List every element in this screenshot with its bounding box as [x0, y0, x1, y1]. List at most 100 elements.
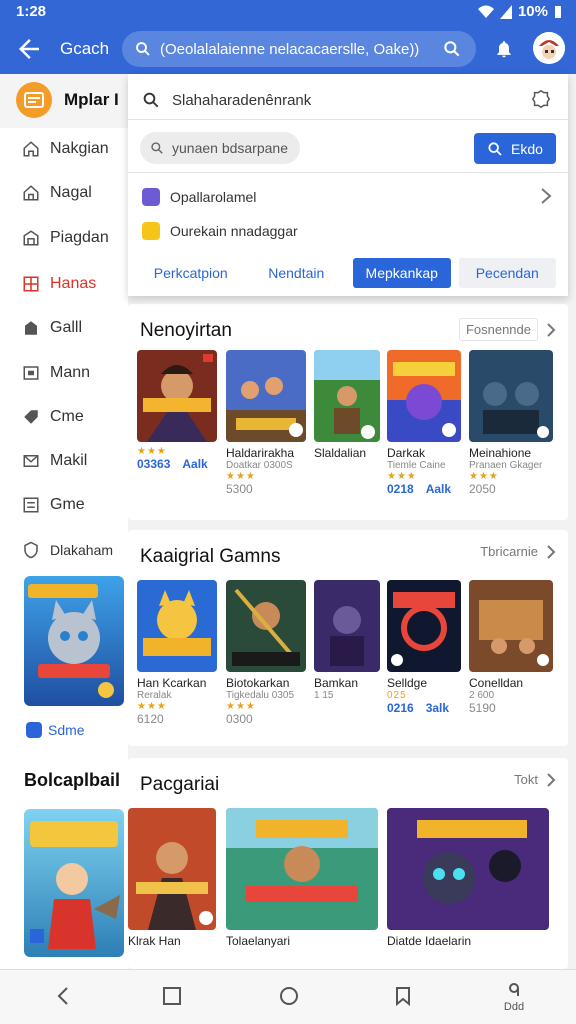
rogue-hero-art-icon	[128, 808, 216, 930]
section-more-link[interactable]: Tokt	[514, 772, 556, 787]
sidebar-item-piagdan[interactable]: Piagdan	[0, 218, 128, 258]
game-thumbnail	[314, 350, 380, 442]
game-rating: ★★★	[469, 471, 499, 482]
suggestion-option[interactable]: Opallarolamel	[142, 184, 554, 210]
back-arrow-icon[interactable]	[14, 34, 44, 64]
game-tile[interactable]: Haldarirakha Doatkar 0300S ★★★ 5300	[226, 350, 306, 496]
game-title: Han Kcarkan	[137, 676, 207, 690]
section-more-label: Tokt	[514, 772, 538, 787]
price-action: 3alk	[425, 701, 450, 715]
nav-extra-icon	[509, 983, 519, 996]
notification-bell-icon[interactable]	[494, 38, 514, 60]
sidebar-item-label: Dlakaham	[50, 542, 114, 558]
search-icon	[136, 42, 150, 56]
game-thumbnail	[314, 580, 380, 672]
game-thumbnail	[387, 808, 549, 930]
battery-icon	[555, 5, 561, 18]
sidebar-link[interactable]: Sdme	[26, 722, 85, 738]
tab-mepkankap[interactable]: Mepkankap	[353, 258, 451, 288]
game-subtitle: 2 600	[469, 690, 495, 701]
game-tile[interactable]: Bamkan 1 15	[314, 580, 380, 701]
section-more-link[interactable]: Tbricarnie	[480, 544, 556, 559]
sidebar-item-label: Galll	[50, 319, 83, 336]
sidebar-item-label: Gme	[50, 496, 85, 513]
tab-perkcatpion[interactable]: Perkcatpion	[142, 258, 240, 288]
game-tile[interactable]: Diatde Idaelarin	[387, 808, 549, 948]
search-submit-icon[interactable]	[442, 39, 462, 59]
sidebar-header: Mplar I	[0, 74, 128, 128]
search-suggestions-panel: Slahaharadenênrank yunaen bdsarpane Ekdo…	[128, 74, 568, 296]
sidebar-item-makil[interactable]: Makil	[0, 441, 128, 481]
avatar[interactable]	[533, 32, 565, 64]
sidebar-item-galll[interactable]: Galll	[0, 308, 128, 348]
search-bar[interactable]: (Oeolalalaienne nelacacaerslle, Oake))	[122, 31, 476, 67]
suggestion-option[interactable]: Ourekain nnadaggar	[142, 218, 554, 244]
game-price: 0218 Aalk	[387, 482, 461, 496]
app-title: Gcach	[60, 39, 110, 58]
sidebar-promo-image[interactable]	[24, 576, 124, 706]
game-tile[interactable]: ★★★ 03363 Aalk	[137, 350, 217, 471]
sidebar-feature-image[interactable]	[24, 809, 124, 957]
game-rating: ★★★	[226, 701, 256, 712]
sidebar-item-hanas[interactable]: Hanas	[0, 264, 128, 304]
game-tile[interactable]: Slaldalian	[314, 350, 380, 460]
status-time: 1:28	[16, 3, 47, 20]
signal-icon	[499, 4, 512, 19]
game-tile[interactable]: Han Kcarkan Reralak ★★★ 6120	[137, 580, 217, 726]
nav-extra-label: Ddd	[503, 1001, 525, 1013]
forest-adventure-art-icon	[314, 350, 380, 442]
brand-logo[interactable]	[16, 82, 52, 118]
filter-input[interactable]: yunaen bdsarpane	[140, 132, 300, 164]
game-tile[interactable]: Darkak Tiemle Caine ★★★ 0218 Aalk	[387, 350, 461, 496]
price-value: 5300	[226, 482, 253, 496]
game-subtitle: Reralak	[137, 690, 172, 701]
game-subtitle: Doatkar 0300S	[226, 460, 293, 471]
game-tile[interactable]: Klrak Han	[128, 808, 216, 948]
status-bar: 1:28 10%	[0, 0, 576, 24]
search-button[interactable]: Ekdo	[474, 133, 556, 164]
tab-pecendan[interactable]: Pecendan	[458, 258, 556, 288]
nav-home-icon[interactable]	[277, 984, 301, 1008]
game-tile[interactable]: Conelldan 2 600 5190	[469, 580, 553, 715]
suggestion-query-row[interactable]: Slahaharadenênrank	[142, 88, 554, 112]
divider	[128, 119, 568, 120]
nav-back-icon[interactable]	[52, 984, 76, 1008]
sidebar-item-nagal[interactable]: Nagal	[0, 173, 128, 213]
suggestion-query-text: Slahaharadenênrank	[172, 91, 312, 109]
game-title: Klrak Han	[128, 934, 181, 948]
game-tile[interactable]: Selldge 025 0216 3alk	[387, 580, 461, 715]
search-query-text[interactable]: (Oeolalalaienne nelacacaerslle, Oake))	[160, 41, 430, 58]
sidebar-item-nakgian[interactable]: Nakgian	[0, 129, 128, 169]
tab-nendtain[interactable]: Nendtain	[248, 258, 346, 288]
nav-bookmark-icon[interactable]	[391, 984, 415, 1008]
store-icon	[23, 230, 39, 246]
house-icon	[23, 185, 39, 201]
adventure-art-icon	[24, 809, 124, 957]
settings-gear-icon[interactable]	[530, 88, 552, 110]
avatar-icon	[533, 32, 565, 64]
squad-battle-art-icon	[226, 350, 306, 442]
sidebar-item-cme[interactable]: Cme	[0, 397, 128, 437]
search-icon	[488, 141, 502, 156]
section-title: Pacgariai	[140, 774, 220, 795]
game-tile[interactable]: Biotokarkan Tigkedalu 0305 ★★★ 0300	[226, 580, 306, 726]
nav-recents-icon[interactable]	[160, 984, 184, 1008]
sidebar-item-mann[interactable]: Mann	[0, 353, 128, 393]
game-subtitle: 1 15	[314, 690, 334, 701]
chevron-right-icon	[547, 544, 556, 559]
section-more-link[interactable]: Fosnennde	[458, 318, 556, 341]
price-value: 6120	[137, 712, 164, 726]
game-tile[interactable]: Meinahione Pranaen Gkager ★★★ 2050	[469, 350, 553, 496]
price-value: 03363	[137, 457, 171, 471]
sidebar-item-gme[interactable]: Gme	[0, 485, 128, 525]
option-app-icon	[142, 188, 160, 206]
option-app-icon	[142, 222, 160, 240]
game-subtitle: Pranaen Gkager	[469, 460, 543, 471]
game-title: Slaldalian	[314, 446, 367, 460]
sidebar-item-dlakaham[interactable]: Dlakaham	[0, 530, 128, 570]
game-rating: ★★★	[137, 701, 167, 712]
game-thumbnail	[469, 350, 553, 442]
game-tile[interactable]: Tolaelanyari	[226, 808, 378, 948]
nav-extra[interactable]: Ddd	[500, 982, 528, 1013]
game-title: Haldarirakha	[226, 446, 295, 460]
